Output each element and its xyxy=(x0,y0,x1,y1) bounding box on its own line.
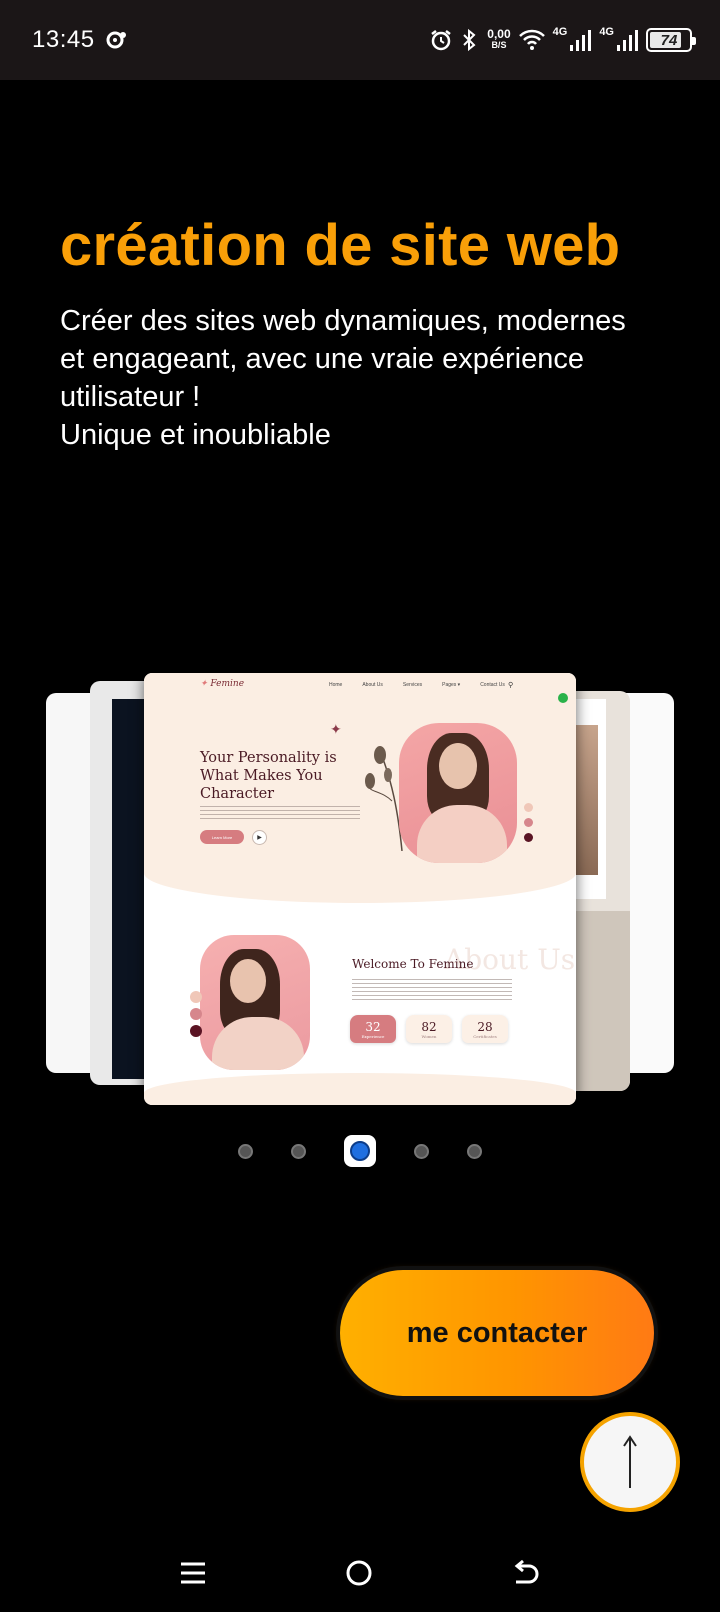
search-icon: ⚲ xyxy=(508,682,514,689)
mockup-stat: 82 Women xyxy=(406,1015,452,1043)
home-icon[interactable] xyxy=(344,1558,374,1588)
mockup-welcome-title: Welcome To Femine xyxy=(352,957,474,971)
wifi-icon xyxy=(518,29,545,50)
mockup-button: Learn More xyxy=(200,830,244,844)
pagination-dot[interactable] xyxy=(238,1143,253,1159)
pagination-dot-active[interactable] xyxy=(344,1135,376,1167)
hero-title: création de site web xyxy=(60,213,621,278)
mockup-logo: Femine xyxy=(200,679,244,689)
mockup-portrait xyxy=(200,935,310,1070)
color-dot xyxy=(190,1025,202,1037)
mockup-stat: 28 Certificates xyxy=(462,1015,508,1043)
pagination-dot[interactable] xyxy=(291,1143,306,1159)
mockup-nav: Home About Us Services Pages ▾ Contact U… xyxy=(329,682,505,688)
net-speed-value: 0,00 xyxy=(487,27,511,41)
mockup-footer-bg xyxy=(144,1073,576,1105)
net-speed-unit: B/S xyxy=(491,40,507,50)
hero-description: Créer des sites web dynamiques, modernes… xyxy=(60,302,700,454)
hero-description-line: Unique et inoubliable xyxy=(60,419,331,451)
carousel-slide-active[interactable]: Femine Home About Us Services Pages ▾ Co… xyxy=(144,673,576,1105)
mockup-heading: Your Personality is What Makes You Chara… xyxy=(200,750,337,802)
mockup-paragraph xyxy=(352,979,512,1003)
net-speed: 0,00 B/S xyxy=(487,27,511,51)
notification-dot-icon xyxy=(106,31,126,49)
color-dot xyxy=(524,833,533,842)
sparkle-icon: ✦ xyxy=(330,721,342,737)
status-icons: 0,00 B/S 4G 4G 74 xyxy=(429,0,696,80)
portrait-shape xyxy=(417,805,507,863)
color-dot xyxy=(190,1008,202,1020)
stat-label: Women xyxy=(421,1033,437,1039)
color-dot xyxy=(524,818,533,827)
contact-button[interactable]: me contacter xyxy=(340,1270,654,1396)
mockup-color-dots xyxy=(524,803,533,842)
battery-icon: 74 xyxy=(646,28,696,52)
stat-label: Experience xyxy=(361,1033,385,1039)
hero-description-line: utilisateur ! xyxy=(60,381,201,413)
hero-description-line: Créer des sites web dynamiques, modernes xyxy=(60,305,626,337)
signal-icon xyxy=(617,30,638,51)
mockup-paragraph xyxy=(200,806,360,820)
alarm-icon xyxy=(431,30,452,51)
status-bar: 13:45 0,00 B/S 4G 4G 74 xyxy=(0,0,720,80)
mockup-nav-link: Services xyxy=(402,682,423,688)
mockup-portrait xyxy=(399,723,517,863)
status-time: 13:45 xyxy=(32,26,95,53)
signal1-label: 4G xyxy=(552,26,568,38)
arrow-up-icon xyxy=(623,1435,637,1488)
play-icon: ▶ xyxy=(252,830,267,845)
bluetooth-icon xyxy=(463,28,476,52)
menu-icon[interactable] xyxy=(179,1559,207,1587)
signal-icon xyxy=(570,30,592,51)
hero-description-line: et engageant, avec une vraie expérience xyxy=(60,343,584,375)
stat-label: Certificates xyxy=(473,1033,497,1039)
color-dot xyxy=(524,803,533,812)
stat-value: 32 xyxy=(365,1019,381,1034)
battery-level: 74 xyxy=(660,31,678,49)
portfolio-carousel[interactable]: Femine Home About Us Services Pages ▾ Co… xyxy=(0,665,720,1115)
back-icon[interactable] xyxy=(511,1558,541,1588)
mockup-stat: 32 Experience xyxy=(350,1015,396,1043)
signal2-label: 4G xyxy=(599,26,614,38)
mockup-stats: 32 Experience 82 Women 28 Certificates xyxy=(350,1015,508,1043)
online-badge-icon xyxy=(558,693,568,703)
mockup-nav-link: Contact Us xyxy=(480,682,505,688)
portrait-shape xyxy=(439,743,477,789)
carousel-pagination xyxy=(0,1135,720,1167)
mockup-nav-link: Pages ▾ xyxy=(442,682,461,688)
system-nav-bar xyxy=(0,1534,720,1612)
mockup-color-dots xyxy=(190,991,202,1037)
mockup-nav-link: Home xyxy=(329,682,343,688)
scroll-top-button[interactable] xyxy=(580,1412,680,1512)
stat-value: 82 xyxy=(421,1019,437,1034)
stat-value: 28 xyxy=(477,1019,493,1034)
mockup-nav-link: About Us xyxy=(362,682,383,688)
color-dot xyxy=(190,991,202,1003)
pagination-dot[interactable] xyxy=(414,1143,429,1159)
pagination-dot[interactable] xyxy=(467,1143,482,1159)
portrait-shape xyxy=(230,959,266,1003)
